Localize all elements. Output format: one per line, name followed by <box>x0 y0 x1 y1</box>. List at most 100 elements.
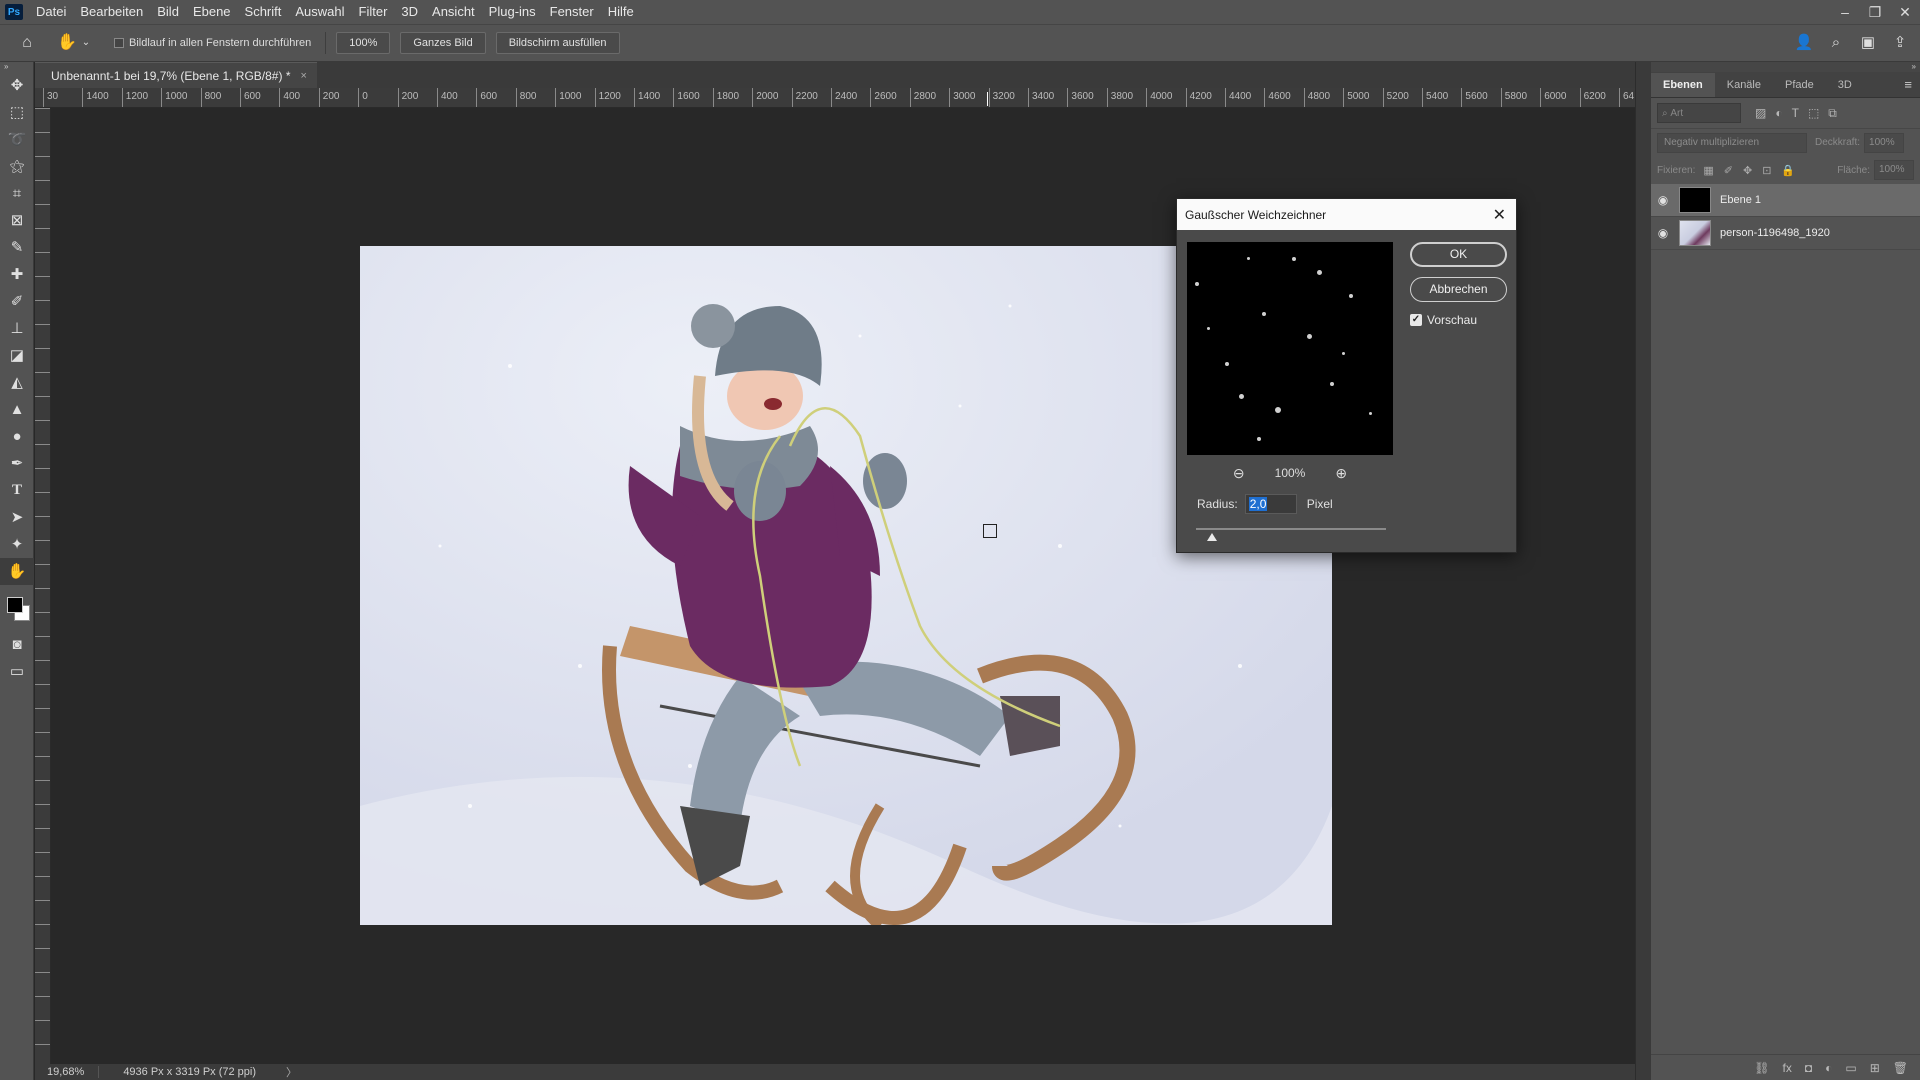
lock-transparency-icon[interactable]: ▦ <box>1703 164 1713 177</box>
preview-checkbox[interactable]: ✓ Vorschau <box>1410 313 1477 327</box>
crop-tool-icon[interactable]: ⌗ <box>0 180 34 207</box>
search-icon[interactable]: ⌕ <box>1826 31 1846 55</box>
layer-row[interactable]: ◉ person-1196498_1920 <box>1651 217 1920 250</box>
lock-artboard-icon[interactable]: ⊡ <box>1762 164 1771 177</box>
menu-plug-ins[interactable]: Plug-ins <box>482 0 543 24</box>
magic-wand-icon[interactable]: ⚝ <box>0 153 34 180</box>
frame-tool-icon[interactable]: ⊠ <box>0 207 34 234</box>
tab-pfade[interactable]: Pfade <box>1773 73 1826 97</box>
menu-filter[interactable]: Filter <box>352 0 395 24</box>
adjustment-filter-icon[interactable]: ◐ <box>1775 106 1782 121</box>
dodge-tool-icon[interactable]: ● <box>0 423 34 450</box>
zoom-level[interactable]: 19,68% <box>35 1066 100 1078</box>
foreground-color[interactable] <box>7 597 23 613</box>
menu-hilfe[interactable]: Hilfe <box>601 0 641 24</box>
tab-close-icon[interactable]: × <box>300 70 306 82</box>
fill-screen-button[interactable]: Bildschirm ausfüllen <box>495 32 620 54</box>
delete-layer-icon[interactable]: 🗑 <box>1893 1061 1908 1075</box>
status-menu-arrow-icon[interactable]: 〉 <box>286 1064 297 1080</box>
zoom-100-button[interactable]: 100% <box>336 32 391 54</box>
lock-position-icon[interactable]: ✥ <box>1743 164 1752 177</box>
lasso-tool-icon[interactable]: ➰ <box>0 126 34 153</box>
eyedropper-icon[interactable]: ✎ <box>0 234 34 261</box>
document-tab[interactable]: Unbenannt-1 bei 19,7% (Ebene 1, RGB/8#) … <box>35 62 317 88</box>
menu-schrift[interactable]: Schrift <box>238 0 289 24</box>
pixel-filter-icon[interactable]: ▨ <box>1755 106 1766 121</box>
share-icon[interactable]: ⇪ <box>1890 31 1910 55</box>
menu-bearbeiten[interactable]: Bearbeiten <box>73 0 150 24</box>
layer-filter-select[interactable]: ⌕ Art <box>1657 103 1741 123</box>
menu-bild[interactable]: Bild <box>150 0 186 24</box>
restore-icon[interactable]: ❐ <box>1860 0 1890 24</box>
move-tool-icon[interactable]: ✥ <box>0 72 34 99</box>
checkbox-box[interactable] <box>114 38 124 48</box>
clone-stamp-icon[interactable]: ⊥ <box>0 315 34 342</box>
blur-preview-selection-box[interactable] <box>983 524 997 538</box>
fill-input[interactable]: 100% <box>1874 160 1914 180</box>
healing-brush-icon[interactable]: ✚ <box>0 261 34 288</box>
screen-mode-icon[interactable]: ▭ <box>0 658 34 685</box>
shape-filter-icon[interactable]: ⬚ <box>1808 106 1819 121</box>
path-select-icon[interactable]: ➤ <box>0 504 34 531</box>
hand-tool-icon[interactable]: ✋ <box>0 558 34 585</box>
paint-bucket-icon[interactable]: ◭ <box>0 369 34 396</box>
visibility-eye-icon[interactable]: ◉ <box>1651 193 1675 207</box>
ok-button[interactable]: OK <box>1410 242 1507 267</box>
tab-ebenen[interactable]: Ebenen <box>1651 73 1715 97</box>
menu-datei[interactable]: Datei <box>29 0 73 24</box>
workspace-icon[interactable]: ▣ <box>1858 31 1878 55</box>
opacity-input[interactable]: 100% <box>1864 132 1905 153</box>
type-tool-icon[interactable]: T <box>0 477 34 504</box>
lock-all-icon[interactable]: 🔒 <box>1781 164 1795 177</box>
fit-screen-button[interactable]: Ganzes Bild <box>400 32 486 54</box>
radius-label: Radius: <box>1197 497 1238 511</box>
cancel-button[interactable]: Abbrechen <box>1410 277 1507 302</box>
layer-row[interactable]: ◉ Ebene 1 <box>1651 184 1920 217</box>
visibility-eye-icon[interactable]: ◉ <box>1651 226 1675 240</box>
close-window-icon[interactable]: ✕ <box>1890 0 1920 24</box>
tab-kanaele[interactable]: Kanäle <box>1715 73 1773 97</box>
radius-input[interactable]: 2,0 <box>1244 494 1297 514</box>
custom-shape-icon[interactable]: ✦ <box>0 531 34 558</box>
sharpen-icon[interactable]: ▲ <box>0 396 34 423</box>
menu-ansicht[interactable]: Ansicht <box>425 0 482 24</box>
menu-auswahl[interactable]: Auswahl <box>288 0 351 24</box>
tab-3d[interactable]: 3D <box>1826 73 1864 97</box>
quick-mask-icon[interactable]: ◙ <box>0 631 34 658</box>
tool-preset-chevron-down-icon[interactable]: ⌄ <box>80 30 92 56</box>
blend-mode-select[interactable]: Negativ multiplizieren <box>1657 132 1807 153</box>
eraser-icon[interactable]: ◪ <box>0 342 34 369</box>
minimize-icon[interactable]: – <box>1830 0 1860 24</box>
layer-style-icon[interactable]: fx <box>1783 1061 1792 1075</box>
pen-tool-icon[interactable]: ✒ <box>0 450 34 477</box>
menu-fenster[interactable]: Fenster <box>543 0 601 24</box>
blur-preview[interactable] <box>1187 242 1393 455</box>
home-icon[interactable]: ⌂ <box>14 30 40 56</box>
photoshop-logo[interactable]: Ps <box>5 4 23 20</box>
dialog-titlebar[interactable]: Gaußscher Weichzeichner ✕ <box>1177 199 1516 230</box>
close-icon[interactable]: ✕ <box>1493 205 1506 225</box>
checkbox-checked-icon[interactable]: ✓ <box>1410 314 1422 326</box>
link-layers-icon[interactable]: ⛓ <box>1754 1061 1769 1075</box>
panel-menu-icon[interactable]: ≡ <box>1904 73 1912 97</box>
brush-tool-icon[interactable]: ✐ <box>0 288 34 315</box>
lock-pixels-icon[interactable]: ✐ <box>1724 164 1733 177</box>
radius-slider-thumb[interactable] <box>1207 533 1217 541</box>
menu-3d[interactable]: 3D <box>394 0 425 24</box>
hand-icon[interactable]: ✋ <box>54 30 80 56</box>
menu-ebene[interactable]: Ebene <box>186 0 238 24</box>
marquee-tool-icon[interactable]: ⬚ <box>0 99 34 126</box>
smartobject-filter-icon[interactable]: ⧉ <box>1828 106 1837 121</box>
zoom-out-icon[interactable]: ⊖ <box>1233 465 1245 482</box>
group-icon[interactable]: ▭ <box>1845 1061 1856 1075</box>
zoom-in-icon[interactable]: ⊕ <box>1335 465 1347 482</box>
radius-slider-track[interactable] <box>1196 528 1386 530</box>
new-layer-icon[interactable]: ⊞ <box>1870 1061 1880 1075</box>
adjustment-layer-icon[interactable]: ◐ <box>1825 1061 1832 1075</box>
scroll-all-windows-checkbox[interactable]: Bildlauf in allen Fenstern durchführen <box>114 37 311 49</box>
type-filter-icon[interactable]: T <box>1792 106 1799 121</box>
add-mask-icon[interactable]: ◘ <box>1805 1061 1812 1075</box>
collapse-panels-icon[interactable]: » <box>1651 62 1920 72</box>
collapse-toolbar-icon[interactable]: » <box>0 62 33 72</box>
learn-icon[interactable]: 👤 <box>1794 31 1814 55</box>
